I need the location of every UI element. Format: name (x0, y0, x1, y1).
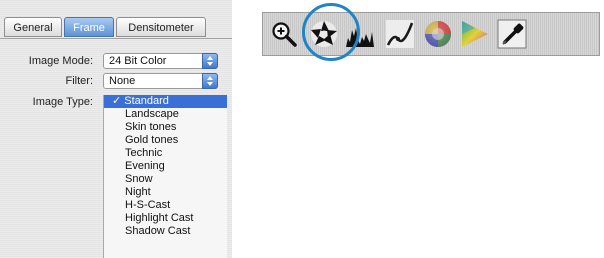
image-type-menu: ✓ Standard Landscape Skin tones Gold ton… (103, 95, 227, 258)
filter-label: Filter: (65, 75, 94, 87)
color-triangle-tool-button[interactable] (460, 19, 490, 49)
color-circle-icon (425, 21, 451, 47)
zoom-in-icon (272, 22, 297, 47)
menu-item-shadow-cast[interactable]: Shadow Cast (104, 225, 227, 238)
menu-item-gold-tones[interactable]: Gold tones (104, 134, 227, 147)
menu-item-evening[interactable]: Evening (104, 160, 227, 173)
image-mode-value: 24 Bit Color (109, 55, 167, 67)
menu-item-h-s-cast[interactable]: H-S-Cast (104, 199, 227, 212)
color-circle-tool-button[interactable] (423, 19, 453, 49)
tab-general[interactable]: General (4, 17, 62, 37)
curve-tool-button[interactable] (385, 19, 415, 49)
settings-panel: General Frame Densitometer Image Mode: 2… (0, 0, 232, 258)
color-triangle-icon (462, 21, 488, 47)
tab-frame[interactable]: Frame (64, 17, 114, 37)
image-mode-label: Image Mode: (28, 55, 93, 67)
popup-arrows-icon (202, 73, 218, 89)
menu-item-night[interactable]: Night (104, 186, 227, 199)
eyedropper-tool-button[interactable] (497, 19, 527, 49)
checkmark-icon: ✓ (112, 95, 122, 107)
menu-item-technic[interactable]: Technic (104, 147, 227, 160)
menu-item-skin-tones[interactable]: Skin tones (104, 121, 227, 134)
menu-item-snow[interactable]: Snow (104, 173, 227, 186)
menu-item-highlight-cast[interactable]: Highlight Cast (104, 212, 227, 225)
highlight-circle (302, 3, 360, 61)
image-type-label: Image Type: (32, 96, 93, 108)
eyedropper-icon (497, 19, 527, 49)
menu-item-landscape[interactable]: Landscape (104, 108, 227, 121)
tab-densitometer[interactable]: Densitometer (116, 17, 206, 37)
tab-divider (0, 38, 232, 39)
filter-select[interactable]: None (103, 73, 218, 89)
popup-arrows-icon (202, 53, 218, 69)
tab-bar: General Frame Densitometer (0, 17, 232, 39)
image-mode-select[interactable]: 24 Bit Color (103, 53, 218, 69)
filter-value: None (109, 75, 136, 87)
gradation-curve-icon (386, 20, 414, 48)
menu-item-standard[interactable]: ✓ Standard (104, 95, 227, 108)
zoom-tool-button[interactable] (269, 19, 299, 49)
